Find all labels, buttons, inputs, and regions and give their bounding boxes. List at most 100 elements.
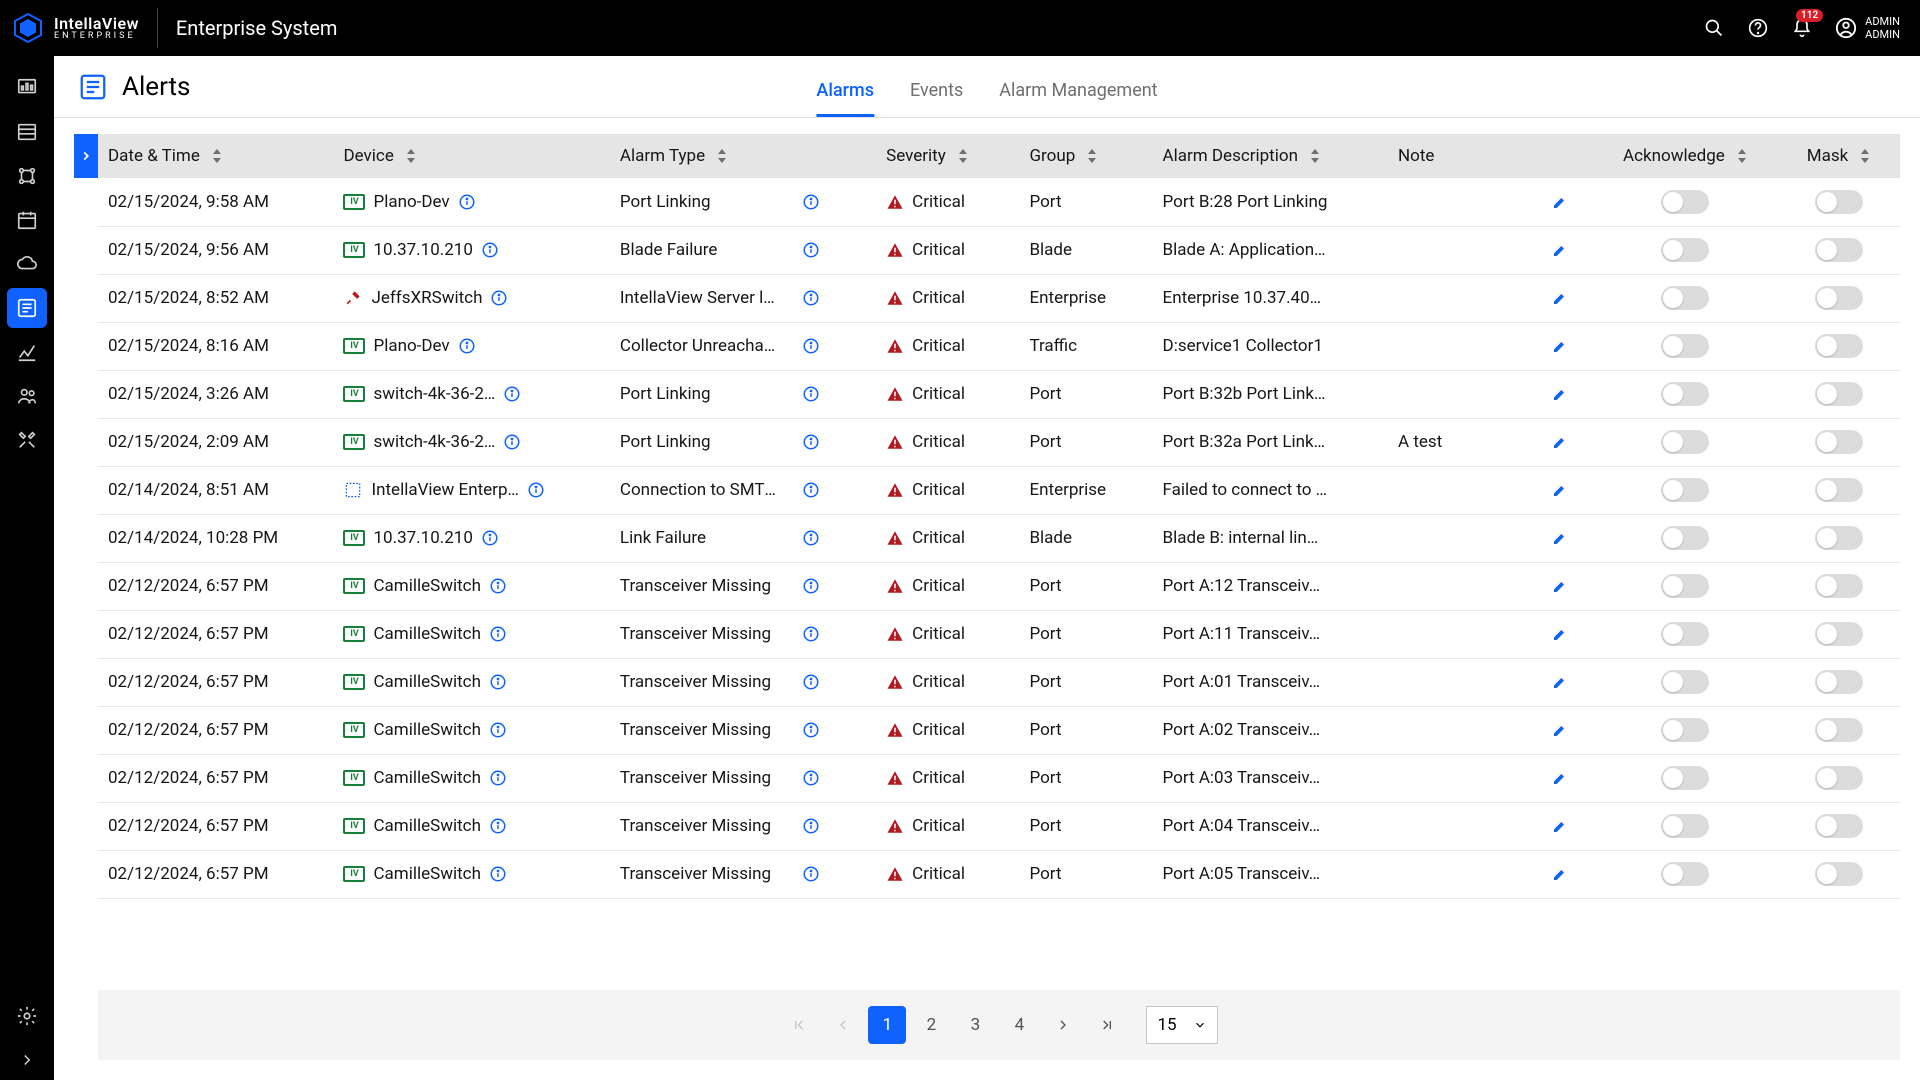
edit-note-icon[interactable] (1552, 290, 1568, 306)
sidebar-item-users[interactable] (7, 376, 47, 416)
page-next-button[interactable] (1044, 1006, 1082, 1044)
mask-toggle[interactable] (1815, 622, 1863, 646)
col-mask[interactable]: Mask (1807, 146, 1848, 166)
info-icon[interactable] (802, 481, 820, 499)
sidebar-item-list[interactable] (7, 112, 47, 152)
help-icon[interactable] (1747, 17, 1769, 39)
page-3-button[interactable]: 3 (956, 1006, 994, 1044)
notifications-icon[interactable]: 112 (1791, 17, 1813, 39)
sidebar-item-alerts[interactable] (7, 288, 47, 328)
page-2-button[interactable]: 2 (912, 1006, 950, 1044)
sort-icon[interactable] (958, 149, 968, 163)
mask-toggle[interactable] (1815, 862, 1863, 886)
sidebar-item-topology[interactable] (7, 156, 47, 196)
sort-icon[interactable] (406, 149, 416, 163)
tab-alarms[interactable]: Alarms (816, 80, 874, 117)
acknowledge-toggle[interactable] (1661, 814, 1709, 838)
mask-toggle[interactable] (1815, 430, 1863, 454)
acknowledge-toggle[interactable] (1661, 430, 1709, 454)
info-icon[interactable] (802, 721, 820, 739)
tab-alarm-management[interactable]: Alarm Management (999, 80, 1157, 117)
mask-toggle[interactable] (1815, 526, 1863, 550)
sidebar-item-cloud[interactable] (7, 244, 47, 284)
mask-toggle[interactable] (1815, 382, 1863, 406)
sidebar-item-tools[interactable] (7, 420, 47, 460)
info-icon[interactable] (802, 673, 820, 691)
page-1-button[interactable]: 1 (868, 1006, 906, 1044)
mask-toggle[interactable] (1815, 286, 1863, 310)
info-icon[interactable] (458, 337, 476, 355)
sidebar-item-settings[interactable] (7, 996, 47, 1036)
edit-note-icon[interactable] (1552, 722, 1568, 738)
acknowledge-toggle[interactable] (1661, 622, 1709, 646)
col-group[interactable]: Group (1029, 146, 1075, 166)
page-last-button[interactable] (1088, 1006, 1126, 1044)
col-description[interactable]: Alarm Description (1163, 146, 1298, 166)
info-icon[interactable] (489, 865, 507, 883)
info-icon[interactable] (802, 529, 820, 547)
edit-note-icon[interactable] (1552, 866, 1568, 882)
acknowledge-toggle[interactable] (1661, 190, 1709, 214)
acknowledge-toggle[interactable] (1661, 478, 1709, 502)
info-icon[interactable] (489, 769, 507, 787)
edit-note-icon[interactable] (1552, 818, 1568, 834)
info-icon[interactable] (802, 241, 820, 259)
edit-note-icon[interactable] (1552, 674, 1568, 690)
info-icon[interactable] (489, 673, 507, 691)
acknowledge-toggle[interactable] (1661, 382, 1709, 406)
search-icon[interactable] (1703, 17, 1725, 39)
mask-toggle[interactable] (1815, 766, 1863, 790)
info-icon[interactable] (802, 865, 820, 883)
col-datetime[interactable]: Date & Time (108, 146, 200, 166)
info-icon[interactable] (802, 193, 820, 211)
page-size-select[interactable]: 15 (1146, 1006, 1217, 1044)
sidebar-item-dashboard[interactable] (7, 68, 47, 108)
col-acknowledge[interactable]: Acknowledge (1623, 146, 1725, 166)
info-icon[interactable] (481, 529, 499, 547)
edit-note-icon[interactable] (1552, 194, 1568, 210)
sidebar-item-analytics[interactable] (7, 332, 47, 372)
info-icon[interactable] (481, 241, 499, 259)
acknowledge-toggle[interactable] (1661, 574, 1709, 598)
col-device[interactable]: Device (343, 146, 393, 166)
acknowledge-toggle[interactable] (1661, 862, 1709, 886)
info-icon[interactable] (489, 721, 507, 739)
info-icon[interactable] (802, 625, 820, 643)
acknowledge-toggle[interactable] (1661, 526, 1709, 550)
edit-note-icon[interactable] (1552, 386, 1568, 402)
tab-events[interactable]: Events (910, 80, 963, 117)
acknowledge-toggle[interactable] (1661, 334, 1709, 358)
info-icon[interactable] (503, 385, 521, 403)
info-icon[interactable] (458, 193, 476, 211)
sidebar-item-calendar[interactable] (7, 200, 47, 240)
table-expand-button[interactable] (74, 134, 98, 178)
sort-icon[interactable] (1310, 149, 1320, 163)
user-menu[interactable]: ADMIN ADMIN (1835, 15, 1900, 41)
edit-note-icon[interactable] (1552, 530, 1568, 546)
mask-toggle[interactable] (1815, 478, 1863, 502)
info-icon[interactable] (489, 817, 507, 835)
info-icon[interactable] (489, 577, 507, 595)
info-icon[interactable] (489, 625, 507, 643)
edit-note-icon[interactable] (1552, 434, 1568, 450)
info-icon[interactable] (802, 433, 820, 451)
page-first-button[interactable] (780, 1006, 818, 1044)
info-icon[interactable] (802, 337, 820, 355)
acknowledge-toggle[interactable] (1661, 718, 1709, 742)
info-icon[interactable] (802, 769, 820, 787)
info-icon[interactable] (490, 289, 508, 307)
mask-toggle[interactable] (1815, 814, 1863, 838)
acknowledge-toggle[interactable] (1661, 286, 1709, 310)
edit-note-icon[interactable] (1552, 242, 1568, 258)
acknowledge-toggle[interactable] (1661, 766, 1709, 790)
page-4-button[interactable]: 4 (1000, 1006, 1038, 1044)
mask-toggle[interactable] (1815, 670, 1863, 694)
sort-icon[interactable] (1737, 149, 1747, 163)
edit-note-icon[interactable] (1552, 482, 1568, 498)
acknowledge-toggle[interactable] (1661, 238, 1709, 262)
sort-icon[interactable] (212, 149, 222, 163)
info-icon[interactable] (503, 433, 521, 451)
sidebar-expand-icon[interactable] (7, 1040, 47, 1080)
mask-toggle[interactable] (1815, 238, 1863, 262)
acknowledge-toggle[interactable] (1661, 670, 1709, 694)
